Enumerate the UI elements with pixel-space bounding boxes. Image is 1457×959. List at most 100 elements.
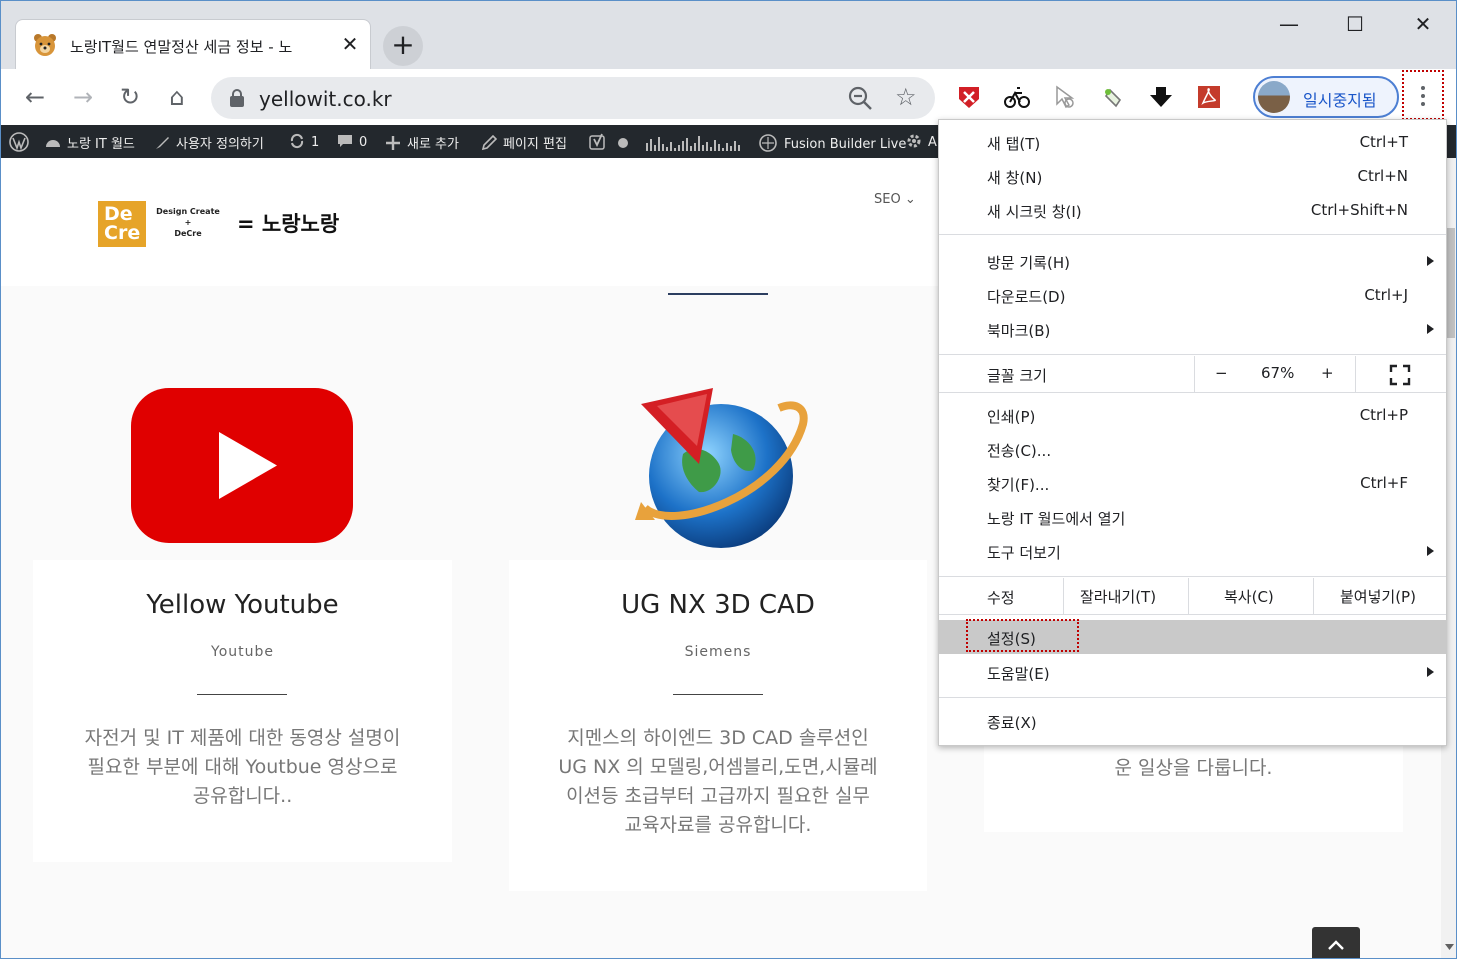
gear-icon [907, 134, 921, 148]
scroll-down-icon[interactable] [1445, 944, 1454, 950]
tab-active[interactable]: 노랑IT월드 연말정산 세금 정보 - 노 ✕ [15, 19, 371, 71]
card-title: Yellow Youtube [146, 590, 339, 620]
menu-open-in-app[interactable]: 노랑 IT 월드에서 열기 [939, 500, 1446, 534]
card-description: 자전거 및 IT 제품에 대한 동영상 설명이 필요한 부분에 대해 Youtb… [84, 727, 401, 807]
submenu-arrow-icon [1427, 324, 1434, 334]
hand-extension-icon[interactable] [1100, 84, 1126, 110]
logo-tagline: Design Create + DeCre [156, 207, 220, 238]
maximize-button[interactable]: ☐ [1323, 7, 1387, 41]
menu-zoom-row: 글꼴 크기 − 67% + [939, 356, 1446, 392]
shield-extension-icon[interactable] [956, 84, 982, 110]
menu-separator [939, 354, 1446, 355]
tab-title: 노랑IT월드 연말정산 세금 정보 - 노 [70, 38, 293, 56]
forward-button[interactable]: → [65, 79, 101, 115]
menu-vertical-separator [1188, 578, 1189, 614]
cursor-extension-icon[interactable] [1052, 84, 1078, 110]
menu-vertical-separator [1313, 578, 1314, 614]
back-to-top-button[interactable] [1312, 927, 1360, 958]
menu-new-window[interactable]: 새 창(N) Ctrl+N [939, 159, 1446, 193]
admin-edit-page-link[interactable]: 페이지 편집 [481, 133, 567, 152]
menu-separator [939, 234, 1446, 235]
home-button[interactable]: ⌂ [159, 79, 195, 115]
minimize-button[interactable]: — [1257, 7, 1321, 41]
profile-status: 일시중지됨 [1303, 91, 1377, 110]
menu-more-tools[interactable]: 도구 더보기 [939, 534, 1446, 568]
menu-downloads[interactable]: 다운로드(D) Ctrl+J [939, 278, 1446, 312]
menu-vertical-separator [1355, 356, 1356, 392]
menu-exit[interactable]: 종료(X) [939, 704, 1446, 738]
menu-bookmarks[interactable]: 북마크(B) [939, 312, 1446, 346]
card-divider [197, 694, 287, 695]
menu-vertical-separator [1194, 356, 1195, 392]
menu-find[interactable]: 찾기(F)... Ctrl+F [939, 466, 1446, 500]
submenu-arrow-icon [1427, 667, 1434, 677]
menu-print[interactable]: 인쇄(P) Ctrl+P [939, 398, 1446, 432]
menu-edit-row: 수정 잘라내기(T) 복사(C) 붙여넣기(P) [987, 586, 1416, 607]
wordpress-logo-icon[interactable] [9, 132, 29, 152]
card-divider [673, 694, 763, 695]
admin-new-link[interactable]: 새로 추가 [385, 133, 459, 152]
download-extension-icon[interactable] [1148, 84, 1174, 110]
pencil-icon [481, 135, 497, 151]
admin-customize-link[interactable]: 사용자 정의하기 [154, 133, 264, 152]
address-bar[interactable]: yellowit.co.kr ☆ [211, 77, 935, 119]
lock-icon [230, 89, 244, 107]
menu-incognito[interactable]: 새 시크릿 창(I) Ctrl+Shift+N [939, 193, 1446, 227]
admin-site-link[interactable]: 노랑 IT 월드 [45, 133, 135, 152]
more-vert-icon [1421, 86, 1425, 106]
url-text[interactable]: yellowit.co.kr [259, 87, 392, 111]
yoast-icon[interactable] [589, 133, 607, 151]
reload-button[interactable]: ↻ [112, 79, 148, 115]
menu-cast[interactable]: 전송(C)... [939, 432, 1446, 466]
admin-updates-link[interactable]: 1 [289, 133, 319, 150]
traffic-sparkline-icon [646, 136, 740, 151]
chevron-up-icon [1328, 940, 1344, 950]
fullscreen-icon[interactable] [1389, 364, 1411, 386]
card-yellow-youtube[interactable]: Yellow Youtube Youtube 자전거 및 IT 제품에 대한 동… [33, 560, 452, 862]
card-description: 지멘스의 하이엔드 3D CAD 솔루션인 UG NX 의 모델링,어셈블리,도… [558, 727, 878, 836]
site-name[interactable]: = 노랑노랑 [237, 208, 339, 238]
site-logo[interactable]: De Cre [98, 201, 146, 247]
refresh-icon [290, 133, 304, 149]
bookmark-star-icon[interactable]: ☆ [895, 83, 917, 111]
profile-button[interactable]: 일시중지됨 [1253, 76, 1399, 118]
menu-separator [939, 576, 1446, 577]
bicycle-extension-icon[interactable] [1004, 84, 1030, 110]
card-title: UG NX 3D CAD [621, 590, 815, 620]
admin-settings-link[interactable]: A [906, 133, 937, 150]
youtube-logo-icon[interactable] [131, 388, 353, 543]
avatar [1258, 81, 1290, 113]
admin-comments-link[interactable]: 0 [337, 133, 367, 150]
back-button[interactable]: ← [17, 79, 53, 115]
card-ug-nx[interactable]: UG NX 3D CAD Siemens 지멘스의 하이엔드 3D CAD 솔루… [509, 560, 927, 891]
menu-cut[interactable]: 잘라내기(T) [1080, 586, 1156, 607]
chrome-menu-button[interactable] [1402, 70, 1444, 120]
section-divider [668, 293, 768, 295]
menu-vertical-separator [1063, 578, 1064, 614]
fusion-logo-icon [759, 134, 777, 152]
close-window-button[interactable]: ✕ [1391, 7, 1455, 41]
card-subtitle: Youtube [211, 644, 274, 660]
menu-paste[interactable]: 붙여넣기(P) [1340, 586, 1416, 607]
zoom-out-icon[interactable] [847, 85, 873, 111]
menu-copy[interactable]: 복사(C) [1224, 586, 1274, 607]
menu-new-tab[interactable]: 새 탭(T) Ctrl+T [939, 125, 1446, 159]
menu-help[interactable]: 도움말(E) [939, 655, 1446, 689]
zoom-plus-button[interactable]: + [1321, 364, 1334, 382]
dashboard-icon [46, 140, 60, 147]
browser-toolbar: ← → ↻ ⌂ yellowit.co.kr ☆ 일시중지됨 [1, 69, 1456, 125]
pdf-extension-icon[interactable] [1196, 84, 1222, 110]
seo-menu[interactable]: SEO ⌄ [874, 192, 916, 207]
plus-icon [386, 136, 400, 150]
highlight-annotation [966, 619, 1079, 652]
status-dot-icon [618, 138, 628, 148]
tab-strip: 노랑IT월드 연말정산 세금 정보 - 노 ✕ + — ☐ ✕ [1, 1, 1456, 71]
menu-history[interactable]: 방문 기록(H) [939, 244, 1446, 278]
tab-close-icon[interactable]: ✕ [338, 32, 362, 56]
new-tab-button[interactable]: + [383, 26, 423, 66]
submenu-arrow-icon [1427, 256, 1434, 266]
zoom-minus-button[interactable]: − [1215, 364, 1228, 382]
ug-nx-globe-icon[interactable] [633, 384, 809, 550]
fusion-builder-link[interactable]: Fusion Builder Live [758, 133, 906, 153]
card-description: 운 일상을 다룹니다. [1114, 757, 1273, 779]
